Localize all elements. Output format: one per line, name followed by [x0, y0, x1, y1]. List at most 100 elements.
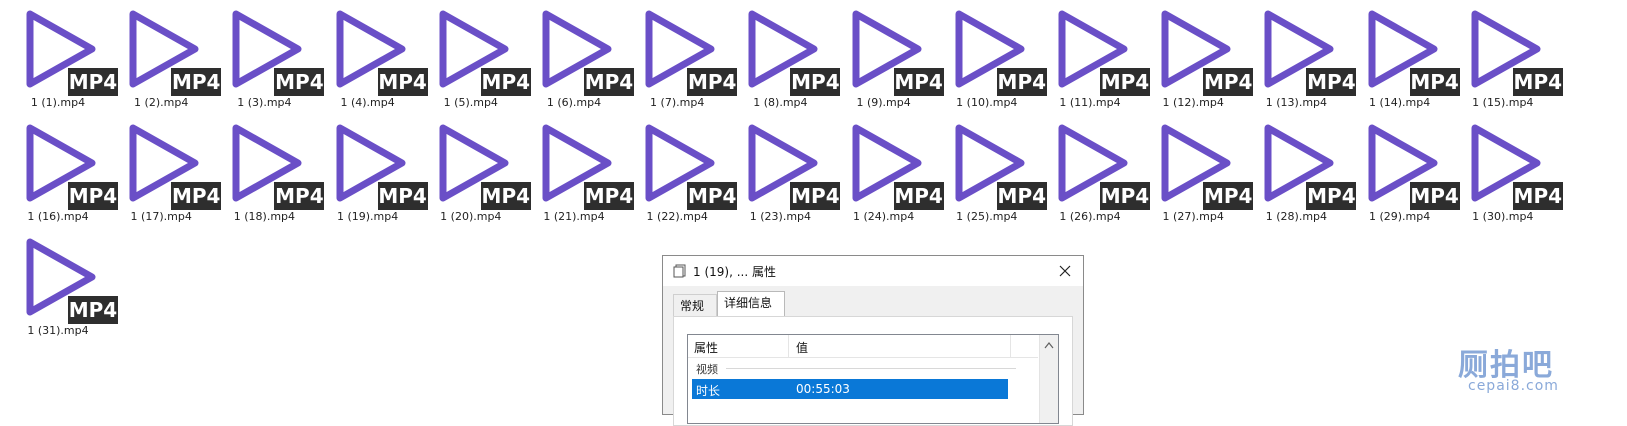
- video-thumbnail: MP4: [125, 6, 222, 98]
- file-item[interactable]: MP4 1 (5).mp4: [419, 0, 531, 112]
- file-name: 1 (5).mp4: [443, 96, 498, 109]
- file-name: 1 (13).mp4: [1265, 96, 1328, 109]
- property-row-duration[interactable]: 时长 00:55:03: [692, 379, 1008, 399]
- file-item[interactable]: MP4 1 (28).mp4: [1244, 114, 1357, 226]
- file-item[interactable]: MP4 1 (29).mp4: [1348, 114, 1460, 226]
- file-item[interactable]: MP4 1 (13).mp4: [1244, 0, 1357, 112]
- group-label-video: 视频: [696, 363, 718, 376]
- scroll-up-icon[interactable]: [1044, 341, 1054, 349]
- file-item[interactable]: MP4 1 (30).mp4: [1451, 114, 1563, 226]
- video-thumbnail: MP4: [1157, 120, 1254, 212]
- video-thumbnail: MP4: [848, 120, 944, 212]
- video-thumbnail: MP4: [1364, 120, 1460, 212]
- mp4-badge: MP4: [68, 296, 118, 324]
- mp4-badge: MP4: [1512, 182, 1563, 210]
- file-item[interactable]: MP4 1 (20).mp4: [419, 114, 531, 226]
- video-thumbnail: MP4: [1260, 120, 1357, 212]
- file-item[interactable]: MP4 1 (27).mp4: [1141, 114, 1254, 226]
- file-item[interactable]: MP4 1 (10).mp4: [935, 0, 1047, 112]
- video-thumbnail: MP4: [1467, 6, 1563, 98]
- watermark-url: cepai8.com: [1468, 378, 1559, 394]
- video-thumbnail: MP4: [1467, 120, 1563, 212]
- video-thumbnail: MP4: [744, 6, 841, 98]
- file-item[interactable]: MP4 1 (24).mp4: [832, 114, 944, 226]
- dialog-title-bar[interactable]: 1 (19), ... 属性: [663, 256, 1083, 286]
- video-thumbnail: MP4: [435, 6, 531, 98]
- video-thumbnail: MP4: [538, 120, 634, 212]
- video-thumbnail: MP4: [22, 6, 118, 98]
- file-item[interactable]: MP4 1 (19).mp4: [316, 114, 428, 226]
- column-divider[interactable]: [788, 335, 789, 357]
- file-name: 1 (20).mp4: [440, 210, 502, 223]
- file-name: 1 (11).mp4: [1059, 96, 1121, 109]
- video-thumbnail: MP4: [744, 120, 841, 212]
- video-thumbnail: MP4: [848, 6, 944, 98]
- video-thumbnail: MP4: [435, 120, 531, 212]
- video-thumbnail: MP4: [1054, 120, 1150, 212]
- video-thumbnail: MP4: [951, 6, 1047, 98]
- tab-details[interactable]: 详细信息: [717, 291, 785, 317]
- file-name: 1 (21).mp4: [543, 210, 605, 223]
- file-name: 1 (23).mp4: [749, 210, 812, 223]
- file-item[interactable]: MP4 1 (2).mp4: [109, 0, 222, 112]
- file-item[interactable]: MP4 1 (14).mp4: [1348, 0, 1460, 112]
- video-thumbnail: MP4: [951, 120, 1047, 212]
- file-name: 1 (3).mp4: [237, 96, 292, 109]
- file-item[interactable]: MP4 1 (15).mp4: [1451, 0, 1563, 112]
- video-thumbnail: MP4: [641, 6, 738, 98]
- video-thumbnail: MP4: [538, 6, 634, 98]
- mp4-badge: MP4: [1512, 68, 1563, 96]
- file-name: 1 (15).mp4: [1472, 96, 1534, 109]
- properties-dialog: 1 (19), ... 属性 常规 详细信息 属性 值 视频 时长 00:55:…: [662, 255, 1084, 426]
- vertical-scrollbar[interactable]: [1039, 335, 1058, 423]
- watermark: 厕拍吧 cepai8.com: [1450, 340, 1620, 400]
- property-list[interactable]: 属性 值 视频 时长 00:55:03: [687, 334, 1059, 424]
- file-name: 1 (8).mp4: [753, 96, 808, 109]
- file-item[interactable]: MP4 1 (9).mp4: [832, 0, 944, 112]
- file-item[interactable]: MP4 1 (3).mp4: [212, 0, 325, 112]
- file-name: 1 (16).mp4: [27, 210, 89, 223]
- file-name: 1 (2).mp4: [134, 96, 189, 109]
- file-name: 1 (12).mp4: [1162, 96, 1224, 109]
- video-thumbnail: MP4: [228, 120, 325, 212]
- video-thumbnail: MP4: [22, 120, 118, 212]
- video-thumbnail: MP4: [641, 120, 738, 212]
- video-thumbnail: MP4: [332, 6, 428, 98]
- file-item[interactable]: MP4 1 (25).mp4: [935, 114, 1047, 226]
- video-thumbnail: MP4: [1054, 6, 1150, 98]
- video-thumbnail: MP4: [125, 120, 222, 212]
- file-name: 1 (27).mp4: [1162, 210, 1224, 223]
- file-item[interactable]: MP4 1 (26).mp4: [1038, 114, 1150, 226]
- file-name: 1 (7).mp4: [650, 96, 705, 109]
- row-key: 时长: [696, 384, 721, 398]
- close-icon[interactable]: [1053, 259, 1077, 283]
- video-thumbnail: MP4: [1364, 6, 1460, 98]
- file-item[interactable]: MP4 1 (8).mp4: [728, 0, 841, 112]
- file-name: 1 (17).mp4: [130, 210, 192, 223]
- file-name: 1 (9).mp4: [856, 96, 911, 109]
- file-name: 1 (28).mp4: [1265, 210, 1328, 223]
- file-item[interactable]: MP4 1 (12).mp4: [1141, 0, 1254, 112]
- file-item[interactable]: MP4 1 (6).mp4: [522, 0, 634, 112]
- group-divider: [726, 368, 1016, 369]
- file-item[interactable]: MP4 1 (1).mp4: [6, 0, 118, 112]
- column-divider[interactable]: [1010, 335, 1011, 357]
- file-item[interactable]: MP4 1 (31).mp4: [6, 228, 118, 340]
- file-item[interactable]: MP4 1 (11).mp4: [1038, 0, 1150, 112]
- file-name: 1 (25).mp4: [956, 210, 1018, 223]
- file-item[interactable]: MP4 1 (21).mp4: [522, 114, 634, 226]
- file-item[interactable]: MP4 1 (4).mp4: [316, 0, 428, 112]
- file-name: 1 (26).mp4: [1059, 210, 1121, 223]
- file-item[interactable]: MP4 1 (17).mp4: [109, 114, 222, 226]
- column-header-value[interactable]: 值: [796, 339, 808, 356]
- file-name: 1 (10).mp4: [956, 96, 1018, 109]
- column-header-property[interactable]: 属性: [694, 339, 718, 356]
- file-item[interactable]: MP4 1 (23).mp4: [728, 114, 841, 226]
- file-name: 1 (6).mp4: [546, 96, 602, 109]
- file-item[interactable]: MP4 1 (7).mp4: [625, 0, 738, 112]
- video-thumbnail: MP4: [228, 6, 325, 98]
- file-item[interactable]: MP4 1 (18).mp4: [212, 114, 325, 226]
- file-item[interactable]: MP4 1 (22).mp4: [625, 114, 738, 226]
- tab-general[interactable]: 常规: [673, 294, 717, 316]
- file-item[interactable]: MP4 1 (16).mp4: [6, 114, 118, 226]
